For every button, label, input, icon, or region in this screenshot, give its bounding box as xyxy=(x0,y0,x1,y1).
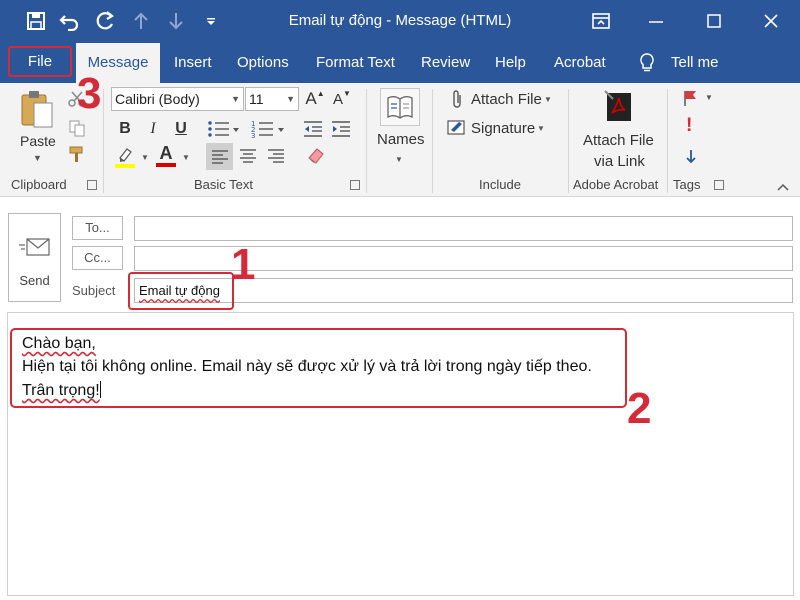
signature-icon xyxy=(447,118,467,141)
clipboard-launcher-icon[interactable] xyxy=(87,180,97,190)
body-line-2: Hiện tại tôi không online. Email này sẽ … xyxy=(22,358,592,375)
subject-value: Email tự động xyxy=(139,283,220,298)
highlight-color-icon[interactable] xyxy=(114,146,136,173)
maximize-icon[interactable] xyxy=(697,5,731,37)
annotation-2: 2 xyxy=(627,384,652,433)
shrink-font-button[interactable]: A ▼ xyxy=(331,88,353,110)
ribbon: Paste ▼ Clipboard Calibri (Body) ▼ 11 ▼ A ▲… xyxy=(0,83,800,197)
bold-button[interactable]: B xyxy=(114,118,136,140)
font-color-swatch xyxy=(156,163,176,167)
chevron-down-icon[interactable]: ▼ xyxy=(182,153,190,162)
close-icon[interactable] xyxy=(754,5,788,37)
signature-button[interactable]: Signature xyxy=(471,120,535,137)
send-label: Send xyxy=(19,273,50,288)
font-name-value: Calibri (Body) xyxy=(115,91,200,107)
text-cursor xyxy=(99,381,101,398)
grow-font-button[interactable]: A ▲ xyxy=(304,88,326,110)
separator xyxy=(432,89,433,193)
align-center-icon[interactable] xyxy=(239,148,257,169)
tags-launcher-icon[interactable] xyxy=(714,180,724,190)
basic-text-launcher-icon[interactable] xyxy=(350,180,360,190)
send-button[interactable]: Send xyxy=(8,213,61,302)
subject-label: Subject xyxy=(72,283,116,298)
body-text: Chào bạn, xyxy=(22,335,96,352)
group-label-include: Include xyxy=(479,177,521,192)
chevron-down-icon[interactable]: ▼ xyxy=(395,155,403,164)
attach-file-button[interactable]: Attach File xyxy=(471,91,542,108)
acrobat-attach-icon[interactable] xyxy=(603,89,635,128)
align-left-icon[interactable] xyxy=(206,143,233,170)
group-label-basic-text: Basic Text xyxy=(194,177,254,192)
font-size-value: 11 xyxy=(249,91,264,107)
increase-indent-icon[interactable] xyxy=(330,119,352,144)
body-text: Trân trọng! xyxy=(22,382,100,399)
window-title: Email tự động - Message (HTML) xyxy=(288,12,512,29)
chevron-down-icon[interactable]: ▼ xyxy=(544,95,552,104)
to-field[interactable] xyxy=(134,216,793,241)
attach-via-link-label-1[interactable]: Attach File xyxy=(583,132,654,149)
tab-options[interactable]: Options xyxy=(237,43,289,83)
annotation-3: 3 xyxy=(77,69,102,118)
clear-formatting-icon[interactable] xyxy=(305,146,327,171)
group-label-tags: Tags xyxy=(673,177,701,192)
ribbon-tabs: File Message Insert Options Format Text … xyxy=(0,43,800,83)
underline-button[interactable]: U xyxy=(170,118,192,140)
follow-up-flag-icon[interactable] xyxy=(683,89,699,112)
tab-file[interactable]: File xyxy=(8,46,72,77)
paste-dropdown-icon[interactable]: ▼ xyxy=(33,153,42,163)
chevron-down-icon[interactable]: ▼ xyxy=(705,93,713,102)
body-line-1: Chào bạn, xyxy=(22,335,96,353)
svg-text:3: 3 xyxy=(251,132,255,139)
grow-font-icon: A xyxy=(305,89,317,108)
format-painter-icon[interactable] xyxy=(68,145,86,168)
copy-icon[interactable] xyxy=(68,119,86,142)
paste-button[interactable]: Paste xyxy=(20,133,56,149)
send-icon xyxy=(19,236,51,263)
tell-me-search[interactable]: Tell me xyxy=(671,43,719,83)
ribbon-display-options-icon[interactable] xyxy=(584,5,618,37)
lightbulb-icon xyxy=(639,53,655,78)
numbering-icon[interactable]: 123 xyxy=(251,119,287,144)
shrink-font-icon: A xyxy=(333,90,344,108)
font-size-select[interactable]: 11 ▼ xyxy=(245,87,299,111)
title-bar: Email tự động - Message (HTML) xyxy=(0,0,800,43)
to-button[interactable]: To... xyxy=(72,216,123,240)
separator xyxy=(667,89,668,193)
group-label-clipboard: Clipboard xyxy=(11,177,67,192)
separator xyxy=(103,89,104,193)
attach-via-link-label-2[interactable]: via Link xyxy=(594,153,645,170)
minimize-icon[interactable] xyxy=(639,5,673,37)
tab-acrobat[interactable]: Acrobat xyxy=(554,43,606,83)
cc-button[interactable]: Cc... xyxy=(72,246,123,270)
font-color-letter: A xyxy=(159,143,173,163)
separator xyxy=(568,89,569,193)
high-importance-icon[interactable]: ! xyxy=(686,115,692,137)
tab-insert[interactable]: Insert xyxy=(174,43,212,83)
italic-button[interactable]: I xyxy=(142,118,164,140)
chevron-down-icon: ▼ xyxy=(231,94,240,104)
align-right-icon[interactable] xyxy=(267,148,285,169)
font-color-icon[interactable]: A xyxy=(155,144,177,168)
tab-format-text[interactable]: Format Text xyxy=(316,43,395,83)
collapse-ribbon-icon[interactable] xyxy=(776,179,790,197)
names-button[interactable]: Names xyxy=(377,131,425,148)
paste-icon[interactable] xyxy=(20,89,54,134)
font-name-select[interactable]: Calibri (Body) ▼ xyxy=(111,87,244,111)
chevron-down-icon[interactable]: ▼ xyxy=(537,124,545,133)
separator xyxy=(366,89,367,193)
body-line-3: Trân trọng! xyxy=(22,381,101,400)
decrease-indent-icon[interactable] xyxy=(302,119,324,144)
chevron-down-icon: ▼ xyxy=(286,94,295,104)
group-label-adobe-acrobat: Adobe Acrobat xyxy=(573,177,659,192)
paperclip-icon xyxy=(451,89,463,114)
tab-review[interactable]: Review xyxy=(421,43,470,83)
bullets-icon[interactable] xyxy=(207,119,241,144)
address-book-icon[interactable] xyxy=(380,88,420,126)
chevron-down-icon[interactable]: ▼ xyxy=(141,153,149,162)
annotation-1: 1 xyxy=(231,240,256,289)
low-importance-icon[interactable] xyxy=(685,149,697,170)
tab-help[interactable]: Help xyxy=(495,43,526,83)
